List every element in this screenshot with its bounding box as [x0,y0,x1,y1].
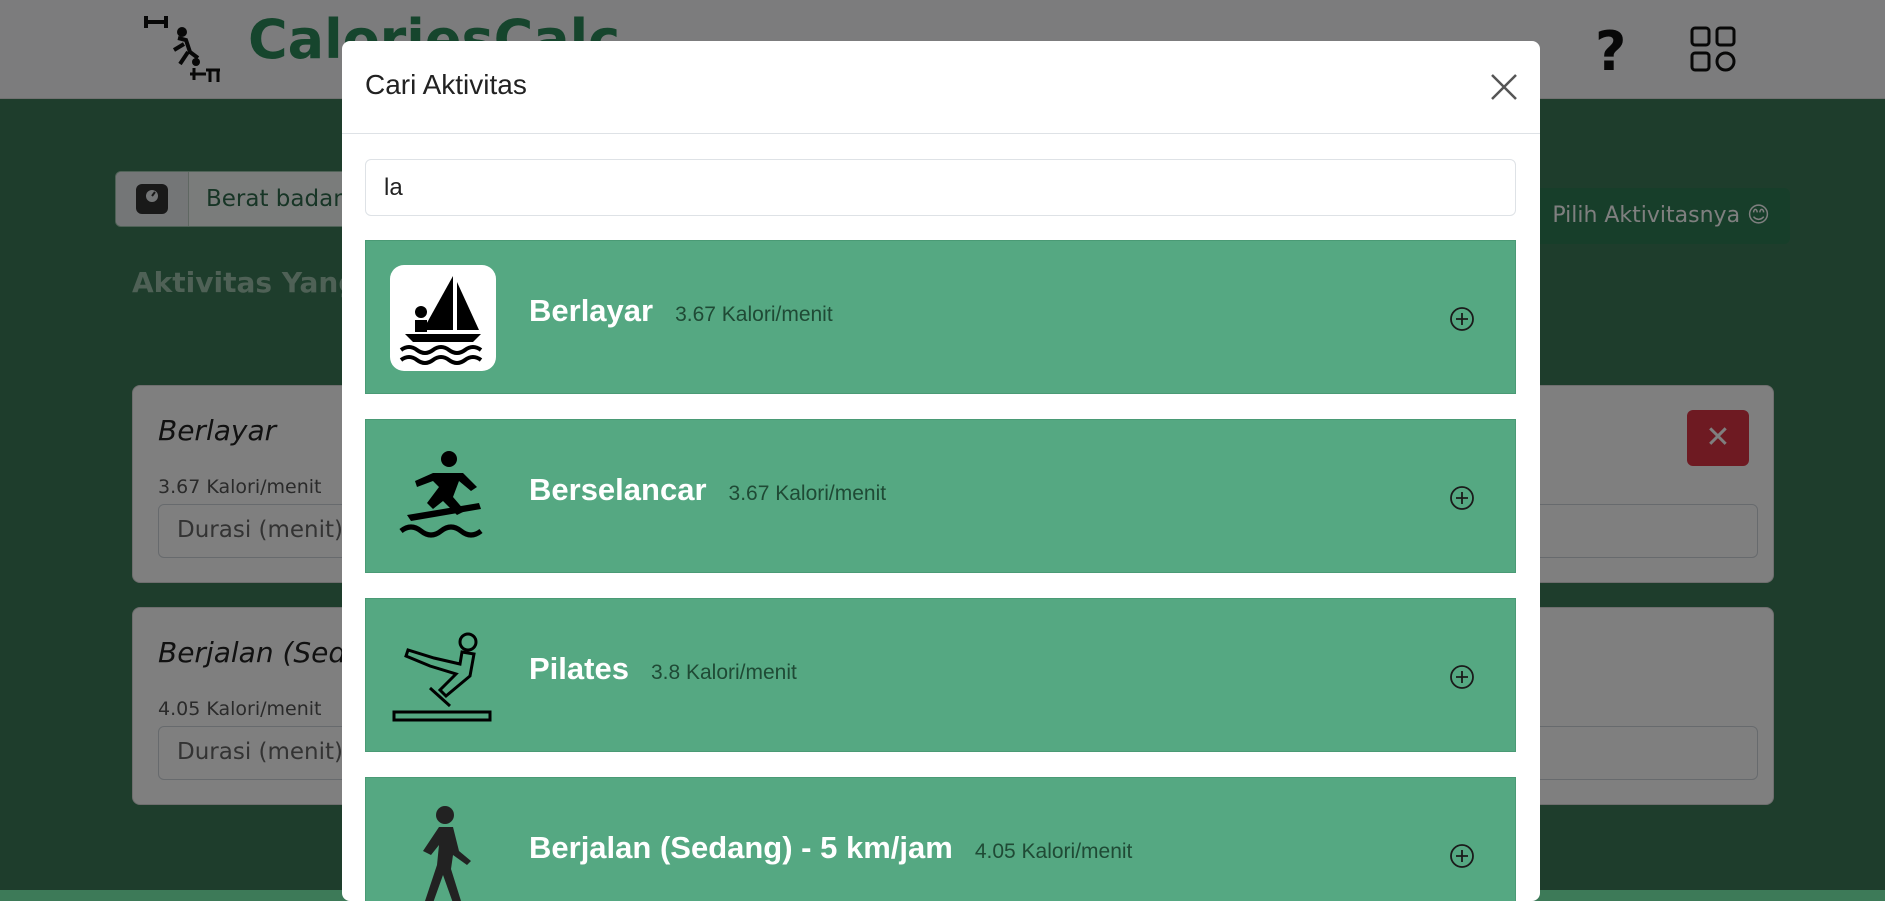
result-rate: 4.05 Kalori/menit [974,840,1133,863]
result-rate: 3.67 Kalori/menit [675,303,833,326]
result-title: Berjalan (Sedang) - 5 km/jam [529,830,953,865]
result-name: Berlayar 3.67 Kalori/menit [529,293,833,329]
result-item-berjalan[interactable]: Berjalan (Sedang) - 5 km/jam 4.05 Kalori/… [365,777,1516,901]
add-circle-icon[interactable] [1448,484,1476,512]
result-name: Berselancar 3.67 Kalori/menit [529,472,886,508]
result-title: Berlayar [529,293,654,328]
modal-header: Cari Aktivitas [342,41,1540,134]
result-item-pilates[interactable]: Pilates 3.8 Kalori/menit [365,598,1516,752]
result-title: Pilates [529,651,629,686]
walking-icon [390,802,496,901]
result-name: Pilates 3.8 Kalori/menit [529,651,797,687]
result-item-berselancar[interactable]: Berselancar 3.67 Kalori/menit [365,419,1516,573]
result-item-berlayar[interactable]: Berlayar 3.67 Kalori/menit [365,240,1516,394]
result-title: Berselancar [529,472,707,507]
add-circle-icon[interactable] [1448,842,1476,870]
result-name: Berjalan (Sedang) - 5 km/jam 4.05 Kalori/… [529,830,1132,866]
search-activity-modal: Cari Aktivitas Berlayar 3.67 Kalori/menit [342,41,1540,901]
result-rate: 3.67 Kalori/menit [728,482,887,505]
add-circle-icon[interactable] [1448,305,1476,333]
search-input[interactable] [365,159,1516,216]
sailing-icon [390,265,496,371]
result-rate: 3.8 Kalori/menit [650,661,797,684]
surfing-icon [390,444,496,550]
close-icon[interactable] [1490,73,1518,101]
modal-title: Cari Aktivitas [365,69,527,100]
pilates-icon [390,623,496,729]
add-circle-icon[interactable] [1448,663,1476,691]
